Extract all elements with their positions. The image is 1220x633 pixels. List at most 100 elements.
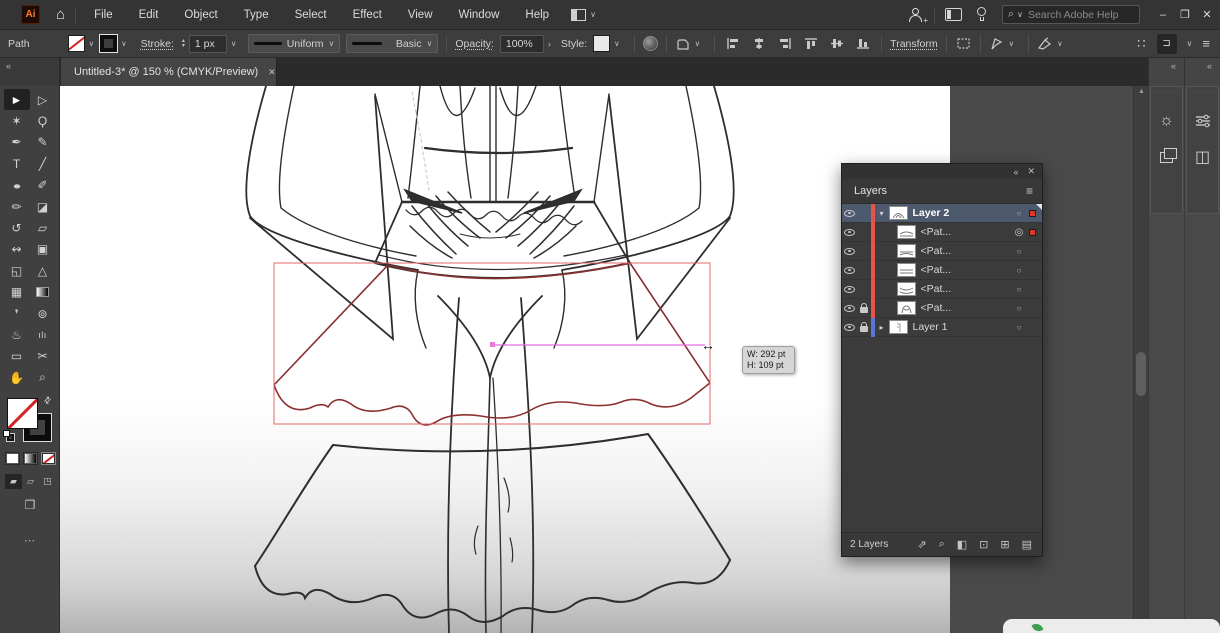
close-button[interactable]: ✕ xyxy=(1196,0,1218,30)
opacity-label[interactable]: Opacity: xyxy=(455,38,494,50)
menu-object[interactable]: Object xyxy=(184,9,217,21)
clipping-mask-icon[interactable]: ◧ xyxy=(957,538,967,551)
target-icon[interactable]: ○ xyxy=(1012,285,1026,294)
edit-toolbar-icon[interactable]: ⋯ xyxy=(0,534,60,547)
vertical-scrollbar[interactable]: ▲ xyxy=(1133,86,1148,633)
visibility-toggle[interactable] xyxy=(842,229,857,236)
shaper-tool[interactable]: ✏ xyxy=(4,196,30,217)
account-icon[interactable]: + xyxy=(908,7,924,23)
target-icon[interactable]: ○ xyxy=(1012,304,1026,313)
pen-tool[interactable]: ✒ xyxy=(4,132,30,153)
share-panel-icon[interactable] xyxy=(945,8,962,21)
layer-name[interactable]: <Pat... xyxy=(921,264,1013,276)
fill-swatch[interactable] xyxy=(68,35,85,52)
layer-row-path2[interactable]: <Pat... ○ xyxy=(842,242,1042,261)
default-fill-stroke-icon[interactable] xyxy=(3,430,15,442)
color-panel-icon[interactable]: ☼ xyxy=(1159,111,1174,131)
draw-normal-mode[interactable]: ▰ xyxy=(5,474,22,489)
layer-thumbnail[interactable] xyxy=(897,301,916,315)
shape-builder-tool[interactable]: ◱ xyxy=(4,260,30,281)
perspective-grid-tool[interactable]: △ xyxy=(30,260,56,281)
zoom-tool[interactable]: ⌕ xyxy=(30,367,56,388)
layer-thumbnail[interactable] xyxy=(889,206,908,220)
lock-toggle[interactable] xyxy=(857,304,871,313)
visibility-toggle[interactable] xyxy=(842,324,857,331)
collect-export-icon[interactable]: ⇗ xyxy=(917,538,926,551)
paintbrush-tool[interactable]: ✐ xyxy=(30,175,56,196)
style-swatch[interactable] xyxy=(593,35,610,52)
properties-panel-icon[interactable] xyxy=(1195,111,1211,131)
dock-collapse-1[interactable]: « xyxy=(1148,58,1184,86)
visibility-toggle[interactable] xyxy=(842,267,857,274)
menu-file[interactable]: File xyxy=(94,9,113,21)
none-button[interactable] xyxy=(41,452,56,465)
new-sublayer-icon[interactable]: ⊡ xyxy=(979,538,988,551)
gradient-button[interactable] xyxy=(23,452,38,465)
target-selected-icon[interactable]: ◎ xyxy=(1012,227,1026,238)
restore-button[interactable]: ❐ xyxy=(1174,0,1196,30)
panel-menu-icon[interactable]: ≡ xyxy=(1202,36,1210,51)
stroke-stepper[interactable]: ▴ ▾ xyxy=(182,39,185,49)
document-tab[interactable]: Untitled-3* @ 150 % (CMYK/Preview) ✕ xyxy=(61,58,277,86)
draw-behind-mode[interactable]: ▱ xyxy=(22,474,39,489)
menu-window[interactable]: Window xyxy=(459,9,500,21)
swap-fill-stroke-icon[interactable]: ⇄ xyxy=(41,394,54,407)
visibility-toggle[interactable] xyxy=(842,248,857,255)
chevron-down-icon[interactable]: ∨ xyxy=(231,39,237,48)
align-left-icon[interactable] xyxy=(725,36,741,52)
target-icon[interactable]: ○ xyxy=(1012,209,1026,218)
notification-toast[interactable] xyxy=(1003,619,1220,633)
menu-select[interactable]: Select xyxy=(295,9,327,21)
layer-row-layer1[interactable]: ▸ Layer 1 ○ xyxy=(842,318,1042,337)
visibility-toggle[interactable] xyxy=(842,210,857,217)
app-logo-icon[interactable]: Ai xyxy=(21,5,40,24)
close-panel-icon[interactable]: ✕ xyxy=(1027,166,1035,177)
layer-row-path5[interactable]: <Pat... ○ xyxy=(842,299,1042,318)
gradient-tool[interactable] xyxy=(30,282,56,303)
draw-inside-mode[interactable]: ◳ xyxy=(39,474,56,489)
workspace-switcher[interactable]: ∨ xyxy=(571,9,596,21)
width-tool[interactable]: ↭ xyxy=(4,239,30,260)
expand-icon[interactable]: ▾ xyxy=(875,209,889,218)
column-graph-tool[interactable]: ılı xyxy=(30,324,56,345)
target-icon[interactable]: ○ xyxy=(1012,247,1026,256)
rotate-tool[interactable]: ↺ xyxy=(4,217,30,238)
symbol-sprayer-tool[interactable]: ♨ xyxy=(4,324,30,345)
artboard[interactable] xyxy=(60,86,950,633)
shape-options-icon[interactable] xyxy=(675,37,691,51)
curvature-tool[interactable]: ✎ xyxy=(30,132,56,153)
layer-thumbnail[interactable] xyxy=(889,320,908,334)
chevron-down-icon[interactable]: ∨ xyxy=(1187,39,1193,48)
toolbar-collapse[interactable]: « xyxy=(0,58,60,86)
search-box[interactable]: ⌕ ∨ xyxy=(1002,5,1140,24)
stepper-down-icon[interactable]: ▾ xyxy=(182,44,185,49)
lock-toggle[interactable] xyxy=(857,323,871,332)
selection-indicator[interactable] xyxy=(1026,210,1039,217)
lightbulb-icon[interactable] xyxy=(976,7,988,23)
visibility-toggle[interactable] xyxy=(842,286,857,293)
stroke-weight-input[interactable] xyxy=(189,35,227,53)
layer-row-path3[interactable]: <Pat... ○ xyxy=(842,261,1042,280)
dock-collapse-2[interactable]: « xyxy=(1184,58,1220,86)
blend-tool[interactable]: ⊚ xyxy=(30,303,56,324)
align-center-icon[interactable] xyxy=(751,36,767,52)
stroke-swatch[interactable] xyxy=(100,35,117,52)
chevron-down-icon[interactable]: ∨ xyxy=(695,39,701,48)
layer-thumbnail[interactable] xyxy=(897,282,916,296)
magic-wand-tool[interactable]: ✶ xyxy=(4,110,30,131)
chevron-down-icon[interactable]: ∨ xyxy=(614,39,620,48)
color-button[interactable] xyxy=(5,452,20,465)
home-icon[interactable]: ⌂ xyxy=(56,6,65,23)
chevron-down-icon[interactable]: ∨ xyxy=(1009,39,1015,48)
layer-name[interactable]: Layer 2 xyxy=(913,207,1013,219)
visibility-toggle[interactable] xyxy=(842,305,857,312)
align-top-icon[interactable] xyxy=(803,36,819,52)
lasso-tool[interactable]: Ϙ xyxy=(30,110,56,131)
layer-name[interactable]: <Pat... xyxy=(921,226,1013,238)
opacity-input[interactable] xyxy=(500,35,544,53)
libraries-panel-icon[interactable]: ◫ xyxy=(1195,147,1210,167)
bounding-box-icon[interactable] xyxy=(955,36,972,51)
eraser-tool[interactable]: ◪ xyxy=(30,196,56,217)
layer-row-path1[interactable]: <Pat... ◎ xyxy=(842,223,1042,242)
hand-tool[interactable]: ✋ xyxy=(4,367,30,388)
